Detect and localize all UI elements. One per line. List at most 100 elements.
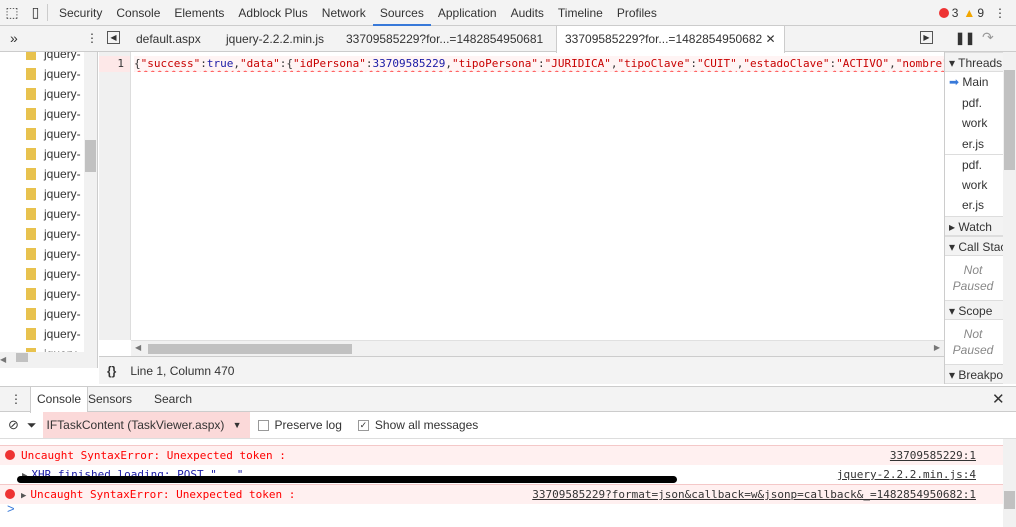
panel-tab-network[interactable]: Network (315, 0, 373, 26)
code-token: "idPersona" (292, 57, 366, 70)
drawer-tab-console[interactable]: Console (30, 387, 89, 413)
line-gutter: 1 (99, 52, 131, 340)
file-tab[interactable]: 33709585229?for...=1482854950682 ✕ (556, 26, 785, 53)
preserve-log-checkbox[interactable] (257, 419, 269, 431)
clear-console-icon[interactable]: ⊘ (8, 417, 19, 433)
drawer-menu-icon[interactable]: ⋮ (10, 392, 22, 406)
tree-item[interactable]: jquery- (26, 224, 81, 244)
editor-h-scrollbar[interactable]: ◀ ▶ (131, 340, 944, 356)
tree-item[interactable]: jquery- (26, 184, 81, 204)
file-icon (26, 88, 36, 100)
panel-tab-adblock-plus[interactable]: Adblock Plus (231, 0, 314, 26)
editor-status-bar: {} Line 1, Column 470 (99, 356, 944, 384)
tree-item[interactable]: jquery- (26, 204, 81, 224)
device-mode-icon[interactable]: ▯ (24, 4, 48, 21)
tree-item[interactable]: jquery- (26, 64, 81, 84)
drawer-tab-sensors[interactable]: Sensors (82, 387, 138, 413)
close-drawer-icon[interactable]: ✕ (992, 390, 1005, 408)
file-icon (26, 268, 36, 280)
tree-item[interactable]: jquery- (26, 284, 81, 304)
more-menu-icon[interactable]: ⋮ (994, 6, 1006, 20)
context-selector[interactable]: IFTaskContent (TaskViewer.aspx) ▼ (42, 412, 250, 438)
pause-icon[interactable]: ❚❚ (955, 31, 975, 45)
drawer-tab-search[interactable]: Search (148, 387, 198, 413)
error-message[interactable]: ▶ Uncaught SyntaxError: Unexpected token … (0, 484, 1004, 504)
toggle-debugger-icon[interactable]: ▶ (920, 31, 933, 44)
file-icon (26, 108, 36, 120)
drawer-tabbar: ⋮ ✕ Console Sensors Search (0, 386, 1016, 413)
file-icon (26, 228, 36, 240)
debugger-sidebar: ▾ Threads ➡ Main pdf. work er.js pdf. work er… (944, 52, 1016, 384)
panel-tab-console[interactable]: Console (109, 0, 167, 26)
dropdown-arrow-icon: ▼ (232, 420, 242, 430)
panel-tab-security[interactable]: Security (52, 0, 109, 26)
code-editor[interactable]: 1 {"success":true,"data":{"idPersona":33… (99, 52, 944, 356)
error-message[interactable]: Uncaught SyntaxError: Unexpected token :… (0, 445, 1004, 465)
navigator-h-scrollbar[interactable]: ◀ (0, 352, 84, 368)
filter-icon[interactable]: ⏷ (27, 418, 37, 433)
file-tab[interactable]: default.aspx (128, 26, 209, 52)
tree-item[interactable]: jquery- (26, 124, 81, 144)
devtools-toolbar: ⬚ ▯ Security Console Elements Adblock Plus N… (0, 0, 1016, 26)
console-toolbar: ⊘ ⏷ IFTaskContent (TaskViewer.aspx) ▼ Pre… (0, 412, 1016, 439)
tree-item[interactable]: jquery- (26, 244, 81, 264)
show-all-messages-checkbox[interactable]: ✓ (357, 419, 369, 431)
tree-item[interactable]: jquery- (26, 164, 81, 184)
message-source-link[interactable]: jquery-2.2.2.min.js:4 (837, 465, 976, 484)
message-source-link[interactable]: 33709585229?format=json&callback=w&jsonp… (532, 485, 976, 505)
code-line-1[interactable]: {"success":true,"data":{"idPersona":3370… (134, 56, 944, 72)
show-navigator-icon[interactable]: » (10, 30, 18, 46)
tree-item[interactable]: jquery- (26, 144, 81, 164)
inspect-icon[interactable]: ⬚ (0, 4, 24, 21)
panel-tab-application[interactable]: Application (431, 0, 504, 26)
sidebar-scrollbar[interactable] (1003, 52, 1016, 384)
panel-tab-sources[interactable]: Sources (372, 0, 431, 26)
tree-item[interactable]: jquery- (26, 324, 81, 344)
file-tab[interactable]: jquery-2.2.2.min.js (218, 26, 332, 52)
cursor-position: Line 1, Column 470 (130, 363, 235, 378)
code-token: "CUIT" (697, 57, 737, 70)
tree-item[interactable]: jquery- (26, 264, 81, 284)
xhr-log-message[interactable]: ▶XHR finished loading: POST "..."jquery-… (0, 465, 1004, 484)
panel-tab-elements[interactable]: Elements (167, 0, 231, 26)
code-token: , (610, 57, 618, 70)
console-prompt[interactable]: > (7, 501, 15, 516)
error-icon (938, 7, 949, 18)
pretty-print-button[interactable]: {} (107, 364, 116, 378)
file-icon (26, 188, 36, 200)
file-icon (26, 68, 36, 80)
step-over-icon[interactable]: ↷ (982, 29, 994, 46)
error-icon (5, 450, 15, 460)
console-scrollbar[interactable] (1003, 439, 1016, 527)
file-navigator: jquery-jquery-jquery-jquery-jquery-jquer… (0, 52, 98, 368)
file-icon (26, 128, 36, 140)
message-source-link[interactable]: 33709585229:1 (890, 446, 976, 466)
code-token: "JURIDICA" (544, 57, 611, 70)
panel-tab-profiles[interactable]: Profiles (610, 0, 664, 26)
tree-item[interactable]: jquery- (26, 52, 81, 64)
code-token: "data" (239, 57, 280, 70)
file-tab[interactable]: 33709585229?for...=1482854950681 (338, 26, 551, 52)
code-token: : (200, 57, 207, 70)
file-icon (26, 208, 36, 220)
sources-tabbar: » ⋮ ◀ default.aspx jquery-2.2.2.min.js 337… (0, 26, 1016, 53)
tree-item[interactable]: jquery- (26, 104, 81, 124)
code-token: "success" (140, 57, 201, 70)
code-token: :{ (279, 57, 293, 70)
code-token: : (538, 57, 545, 70)
expand-arrow-icon[interactable]: ▶ (21, 491, 26, 501)
panel-tab-timeline[interactable]: Timeline (551, 0, 610, 26)
tree-item[interactable]: jquery- (26, 84, 81, 104)
issue-counts[interactable]: 3 ▲ 9 ⋮ (938, 6, 1016, 20)
navigator-menu-icon[interactable]: ⋮ (86, 31, 98, 45)
toggle-navigator-icon[interactable]: ◀ (107, 31, 120, 44)
code-token: "ACTIVO" (836, 57, 890, 70)
tree-item[interactable]: jquery- (26, 304, 81, 324)
file-icon (26, 148, 36, 160)
code-token: "nombre" (895, 57, 944, 70)
close-tab-icon[interactable]: ✕ (762, 32, 776, 46)
panel-tab-audits[interactable]: Audits (504, 0, 551, 26)
code-token: 33709585229 (372, 57, 446, 70)
navigator-scrollbar[interactable] (84, 52, 97, 368)
current-thread-arrow-icon: ➡ (949, 75, 960, 89)
